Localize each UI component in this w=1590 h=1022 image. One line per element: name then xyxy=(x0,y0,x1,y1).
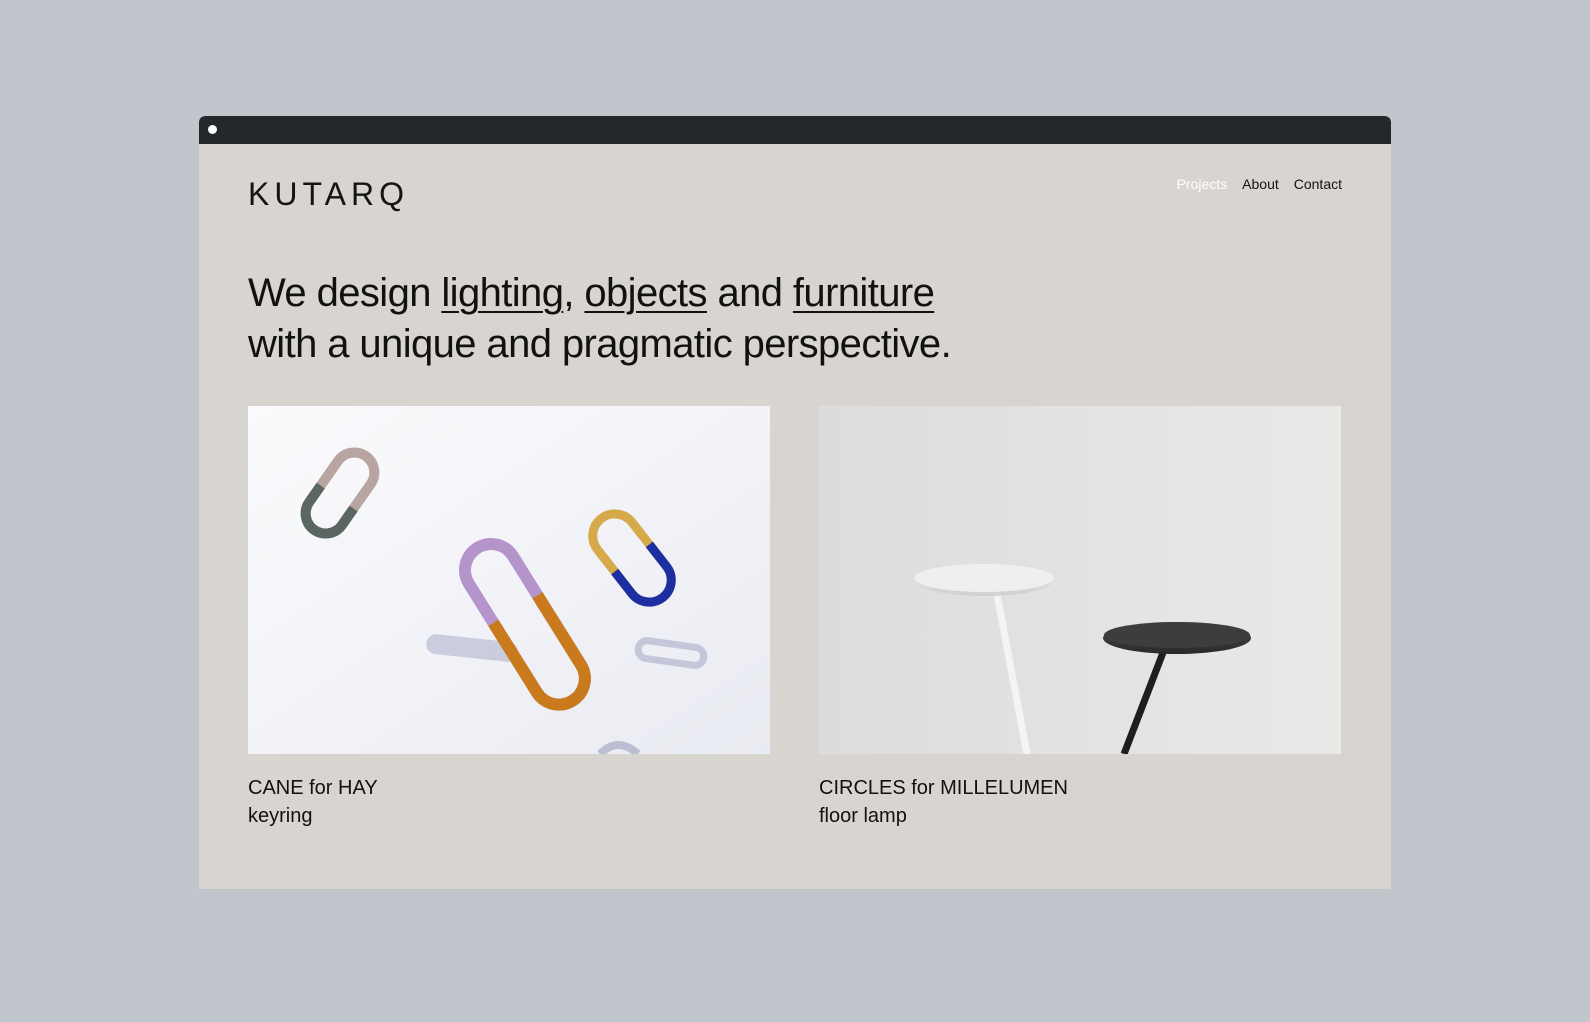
project-image-floor-lamp[interactable] xyxy=(819,406,1341,754)
site-logo[interactable]: KUTARQ xyxy=(248,176,409,213)
project-image-keyring[interactable] xyxy=(248,406,770,754)
project-title[interactable]: CANE for HAY xyxy=(248,774,770,802)
browser-window: KUTARQ Projects About Contact We design … xyxy=(199,116,1391,889)
project-card-cane[interactable]: CANE for HAY keyring xyxy=(248,406,770,830)
hero-headline: We design lighting, objects and furnitur… xyxy=(248,268,1248,370)
window-dot-icon[interactable] xyxy=(208,125,217,134)
project-card-circles[interactable]: CIRCLES for MILLELUMEN floor lamp xyxy=(819,406,1341,830)
project-caption[interactable]: CANE for HAY keyring xyxy=(248,774,770,830)
window-titlebar xyxy=(199,116,1391,144)
hero-line-2: with a unique and pragmatic perspective. xyxy=(248,322,952,366)
hero-separator: and xyxy=(706,271,793,315)
project-caption[interactable]: CIRCLES for MILLELUMEN floor lamp xyxy=(819,774,1341,830)
link-furniture[interactable]: furniture xyxy=(793,271,935,315)
link-objects[interactable]: objects xyxy=(584,271,707,315)
project-subtitle: floor lamp xyxy=(819,805,907,827)
project-title[interactable]: CIRCLES for MILLELUMEN xyxy=(819,774,1341,802)
project-subtitle: keyring xyxy=(248,805,313,827)
nav-about[interactable]: About xyxy=(1242,176,1279,192)
hero-separator: , xyxy=(563,271,585,315)
main-nav: Projects About Contact xyxy=(1177,176,1342,192)
hero-text: We design xyxy=(248,271,442,315)
link-lighting[interactable]: lighting xyxy=(441,271,564,315)
nav-projects[interactable]: Projects xyxy=(1177,176,1228,192)
nav-contact[interactable]: Contact xyxy=(1294,176,1342,192)
